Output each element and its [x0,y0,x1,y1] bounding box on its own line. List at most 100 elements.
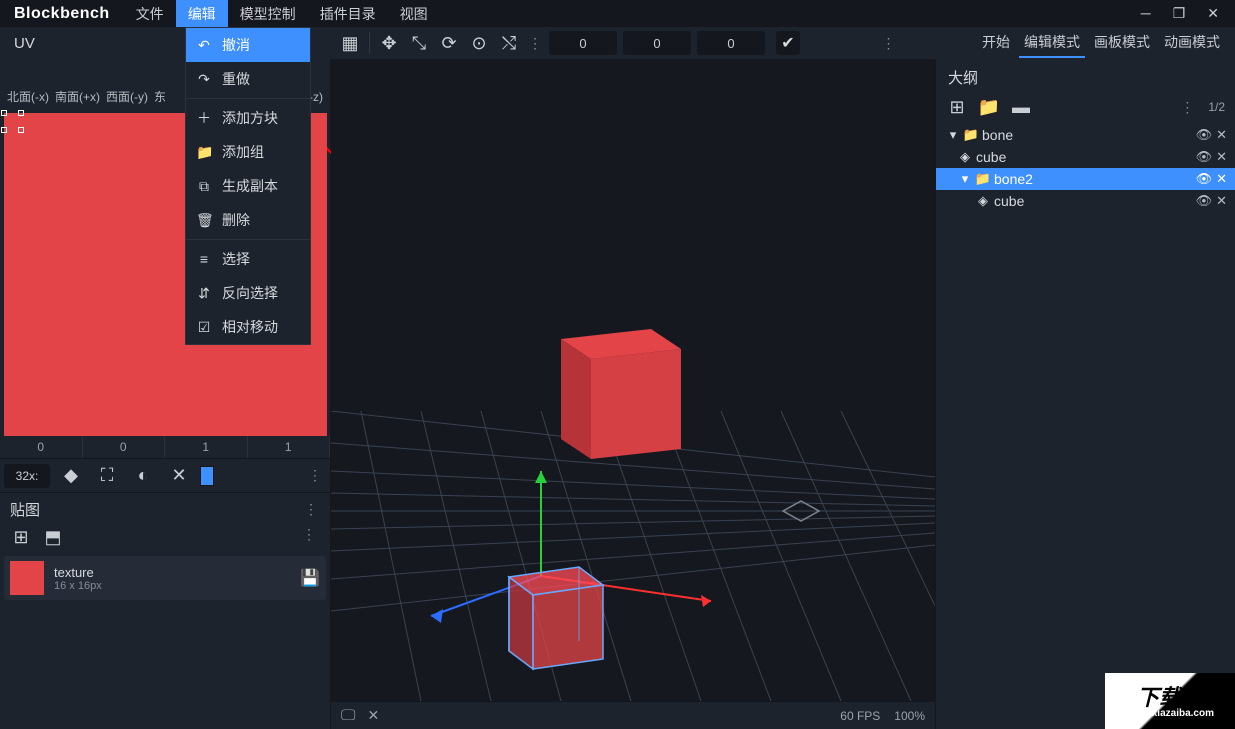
pivot-tool[interactable]: ⊙ [464,28,494,58]
edit-dropdown: ↶撤消 ↷重做 ＋添加方块 📁添加组 ⧉生成副本 🗑删除 ≡选择 ⇵反向选择 ☑… [185,27,311,345]
title-bar: Blockbench 文件 编辑 模型控制 插件目录 视图 ─ ❐ ✕ [0,0,1235,27]
outline-toggle-button[interactable]: ▬ [1010,96,1032,118]
resize-tool[interactable]: ⤡ [404,28,434,58]
uv-face-south[interactable]: 南面(+x) [52,88,103,105]
cube-icon: ◈ [974,193,992,209]
check-icon: ✔ [781,33,794,53]
position-x-input[interactable] [549,31,617,55]
position-z-input[interactable] [697,31,765,55]
eye-icon[interactable]: 👁 [1196,193,1213,209]
toolbar-more[interactable]: ⋮ [524,35,546,52]
eye-icon[interactable]: 👁 [1196,171,1213,187]
dd-redo[interactable]: ↷重做 [186,62,310,96]
close-icon[interactable]: ✕ [1216,149,1227,165]
move-tool[interactable]: ✥ [374,28,404,58]
viewport-3d[interactable] [331,59,935,729]
dd-separator [186,239,310,240]
tree-row-bone2[interactable]: ▾ 📁 bone2 👁✕ [936,168,1235,190]
texture-import-button[interactable]: ⬒ [42,526,64,548]
status-bar: 🖵 ✕ 60 FPS 100% [331,701,935,729]
mode-paint[interactable]: 画板模式 [1089,28,1155,58]
menu-view[interactable]: 视图 [388,0,440,27]
outline-tree: ▾ 📁 bone 👁✕ ◈ cube 👁✕ ▾ 📁 bone2 👁✕ ◈ cub… [936,122,1235,214]
fullscreen-icon[interactable]: ⛶ [92,461,122,491]
outline-add-button[interactable]: ⊞ [946,96,968,118]
uv-handle-br[interactable] [18,127,24,133]
dd-separator [186,98,310,99]
rotate-tool[interactable]: ⟳ [434,28,464,58]
eye-icon[interactable]: 👁 [1196,149,1213,165]
maximize-button[interactable]: ❐ [1173,5,1186,22]
dd-undo[interactable]: ↶撤消 [186,28,310,62]
dd-relative-move[interactable]: ☑相对移动 [186,310,310,344]
app-logo: Blockbench [0,5,124,23]
trash-icon: 🗑 [196,212,212,229]
pivot-marker [781,499,821,523]
contrast-icon[interactable]: ◐ [128,461,158,491]
bucket-icon[interactable]: ◆ [56,461,86,491]
cube-upper [541,309,701,479]
mode-tabs: 开始 编辑模式 画板模式 动画模式 [977,28,1231,58]
invert-icon: ⇵ [196,285,212,302]
close-button[interactable]: ✕ [1207,5,1219,22]
close-icon[interactable]: ✕ [1216,193,1227,209]
mode-start[interactable]: 开始 [977,28,1015,58]
uv-handle-bl[interactable] [1,127,7,133]
plus-icon: ＋ [196,108,212,128]
eye-icon[interactable]: 👁 [1196,127,1213,143]
uv-title: UV [14,35,35,52]
texture-add-button[interactable]: ⊞ [10,526,32,548]
lock-checkbox[interactable]: ✔ [776,31,800,55]
textures-more[interactable]: ⋮ [298,526,320,548]
dd-add-group[interactable]: 📁添加组 [186,135,310,169]
dd-add-cube[interactable]: ＋添加方块 [186,101,310,135]
chevron-down-icon: ▾ [944,127,962,143]
menu-file[interactable]: 文件 [124,0,176,27]
close-icon[interactable]: ✕ [1216,127,1227,143]
uv-color-slot[interactable] [200,466,214,486]
uv-face-east[interactable]: 东 [151,88,169,105]
mode-edit[interactable]: 编辑模式 [1019,28,1085,58]
position-y-input[interactable] [623,31,691,55]
tree-row-cube[interactable]: ◈ cube 👁✕ [936,146,1235,168]
screen-icon[interactable]: 🖵 [341,707,355,724]
minimize-button[interactable]: ─ [1141,5,1151,22]
toolbar-more-right[interactable]: ⋮ [878,35,900,52]
separator [369,32,370,54]
clear-icon[interactable]: ✕ [164,461,194,491]
grid-button[interactable]: ▦ [335,28,365,58]
zoom-readout: 100% [894,709,925,723]
outline-folder-button[interactable]: 📁 [978,96,1000,118]
redo-icon: ↷ [196,71,212,88]
uv-ruler: 0 0 1 1 [0,436,330,458]
textures-dots[interactable]: ⋮ [300,501,322,518]
tree-row-cube2[interactable]: ◈ cube 👁✕ [936,190,1235,212]
texture-save-icon[interactable]: 💾 [300,568,320,588]
menu-plugins[interactable]: 插件目录 [308,0,388,27]
textures-panel: 贴图 ⋮ ⊞ ⬒ ⋮ texture 16 x 16px 💾 [0,492,330,604]
uv-toolbar-dots[interactable]: ⋮ [304,467,326,484]
uv-face-west[interactable]: 西面(-y) [103,88,151,105]
uv-handle-tr[interactable] [18,110,24,116]
uv-face-north[interactable]: 北面(-x) [4,88,52,105]
uv-handle-tl[interactable] [1,110,7,116]
dd-duplicate[interactable]: ⧉生成副本 [186,169,310,203]
texture-thumbnail [10,561,44,595]
dd-select[interactable]: ≡选择 [186,242,310,276]
texture-name: texture [54,565,102,580]
dd-invert-select[interactable]: ⇵反向选择 [186,276,310,310]
menu-transform[interactable]: 模型控制 [228,0,308,27]
tree-row-bone[interactable]: ▾ 📁 bone 👁✕ [936,124,1235,146]
texture-row[interactable]: texture 16 x 16px 💾 [4,556,326,600]
dd-delete[interactable]: 🗑删除 [186,203,310,237]
close-icon[interactable]: ✕ [1216,171,1227,187]
mode-animate[interactable]: 动画模式 [1159,28,1225,58]
uv-scale-input[interactable] [4,464,50,488]
outline-more[interactable]: ⋮ [1176,99,1198,116]
status-close-icon[interactable]: ✕ [367,707,379,724]
window-controls: ─ ❐ ✕ [1141,5,1235,22]
menu-edit[interactable]: 编辑 [176,0,228,27]
folder-icon: 📁 [196,144,212,161]
vertex-tool[interactable]: ⤭ [494,28,524,58]
outline-toolbar: ⊞ 📁 ▬ ⋮ 1/2 [936,92,1235,122]
